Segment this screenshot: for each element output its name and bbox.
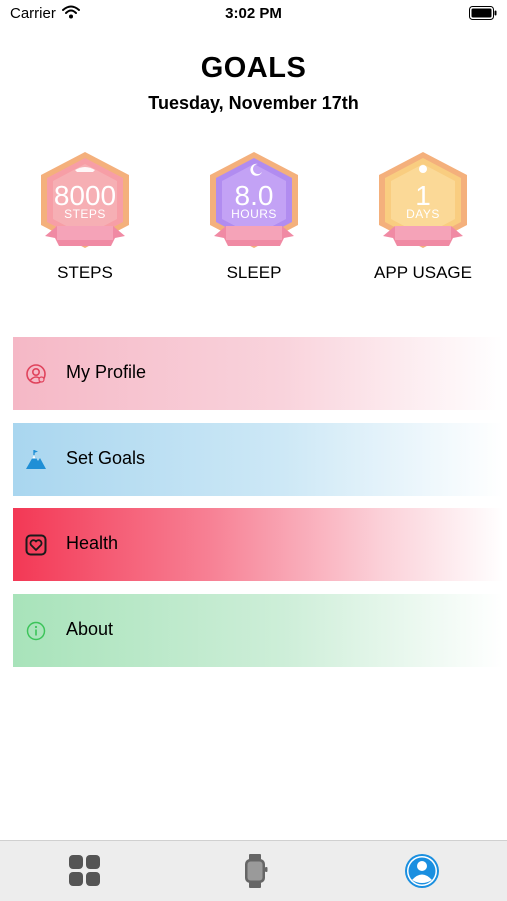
menu-item-set-goals[interactable]: Set Goals [13, 423, 503, 496]
menu-item-label: My Profile [66, 362, 147, 382]
tab-watch[interactable] [235, 851, 275, 891]
profile-icon [25, 363, 47, 385]
app-usage-badge[interactable]: 1 DAYS APP USAGE [373, 150, 473, 290]
info-icon [25, 620, 47, 642]
menu-item-label: Health [66, 533, 119, 553]
page-date: Tuesday, November 17th [148, 93, 359, 113]
tab-bar [0, 840, 507, 901]
menu-item-label: Set Goals [66, 448, 146, 468]
sleep-badge[interactable]: 8.0 HOURS SLEEP [204, 150, 304, 290]
page-title: GOALS [200, 52, 307, 84]
steps-badge[interactable]: 8000 STEPS STEPS [35, 150, 135, 290]
menu-item-health[interactable]: Health [13, 508, 503, 581]
watch-icon [245, 854, 268, 888]
tab-profile[interactable] [402, 851, 442, 891]
tab-dashboard[interactable] [65, 851, 105, 891]
menu-item-label: About [66, 619, 114, 639]
menu-item-about[interactable]: About [13, 594, 503, 667]
menu-item-my-profile[interactable]: My Profile [13, 337, 503, 410]
user-icon [405, 854, 439, 888]
sleep-badge-unit: HOURS [231, 207, 277, 221]
status-time: 3:02 PM [225, 5, 282, 22]
status-bar: Carrier 3:02 PM [0, 0, 507, 28]
sleep-badge-label: SLEEP [226, 263, 282, 282]
app-usage-badge-label: APP USAGE [374, 263, 472, 282]
steps-badge-label: STEPS [57, 263, 113, 282]
heart-icon [25, 534, 47, 556]
steps-badge-unit: STEPS [64, 207, 106, 221]
grid-icon [69, 855, 100, 886]
app-usage-badge-unit: DAYS [406, 207, 440, 221]
battery-icon [469, 6, 497, 25]
mountain-icon [25, 449, 47, 471]
